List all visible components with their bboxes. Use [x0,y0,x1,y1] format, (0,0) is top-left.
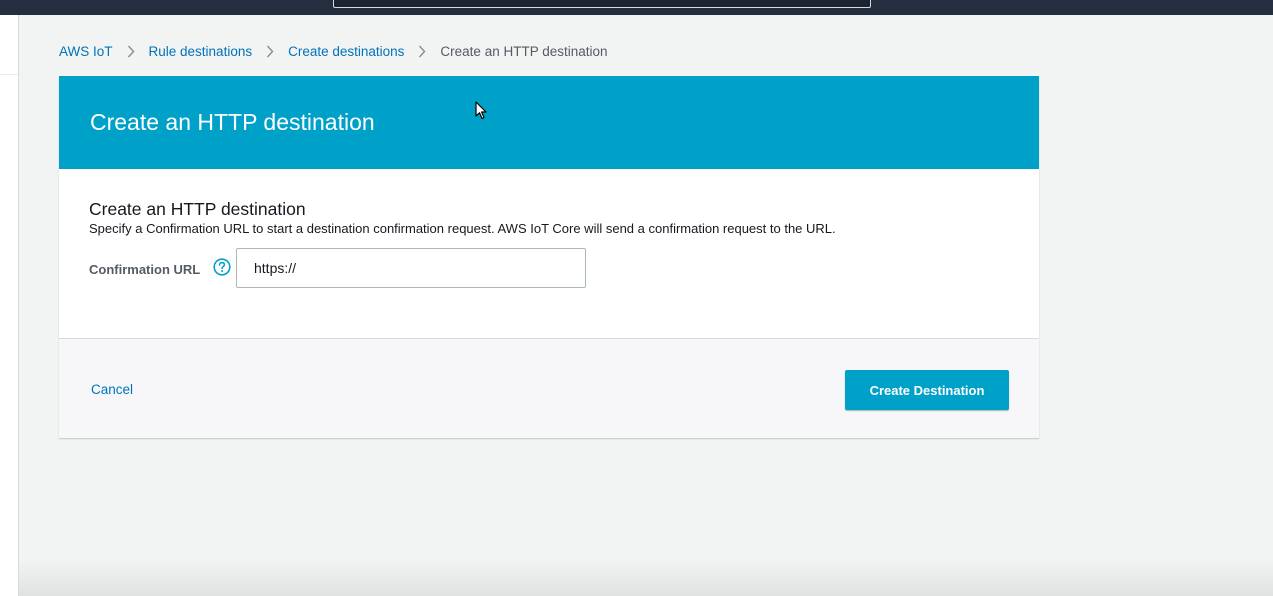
breadcrumb-current-page: Create an HTTP destination [440,43,608,59]
side-navigation-rail [0,15,19,596]
form-section-description: Specify a Confirmation URL to start a de… [89,221,836,236]
breadcrumb-create-destinations[interactable]: Create destinations [288,44,404,59]
page-header-banner: Create an HTTP destination [59,76,1039,169]
cancel-link[interactable]: Cancel [91,382,133,397]
breadcrumb: AWS IoT Rule destinations Create destina… [59,42,608,60]
console-top-bar [0,0,1273,15]
mouse-cursor-icon [475,101,487,120]
bottom-page-shade [19,560,1273,596]
create-destination-card: Create an HTTP destination Create an HTT… [59,76,1039,438]
chevron-right-icon [113,44,149,59]
form-actions-footer: Cancel Create Destination [59,338,1039,438]
global-search-box[interactable] [333,0,871,8]
side-navigation-divider [0,74,18,75]
chevron-right-icon [404,44,440,59]
create-destination-button[interactable]: Create Destination [845,370,1009,410]
confirmation-url-label: Confirmation URL [89,262,201,277]
breadcrumb-aws-iot[interactable]: AWS IoT [59,44,113,59]
chevron-right-icon [252,44,288,59]
page-title: Create an HTTP destination [90,109,375,135]
breadcrumb-rule-destinations[interactable]: Rule destinations [149,44,253,59]
form-section-title: Create an HTTP destination [89,199,306,219]
question-circle-icon[interactable] [213,258,231,276]
confirmation-url-input[interactable] [236,248,586,288]
